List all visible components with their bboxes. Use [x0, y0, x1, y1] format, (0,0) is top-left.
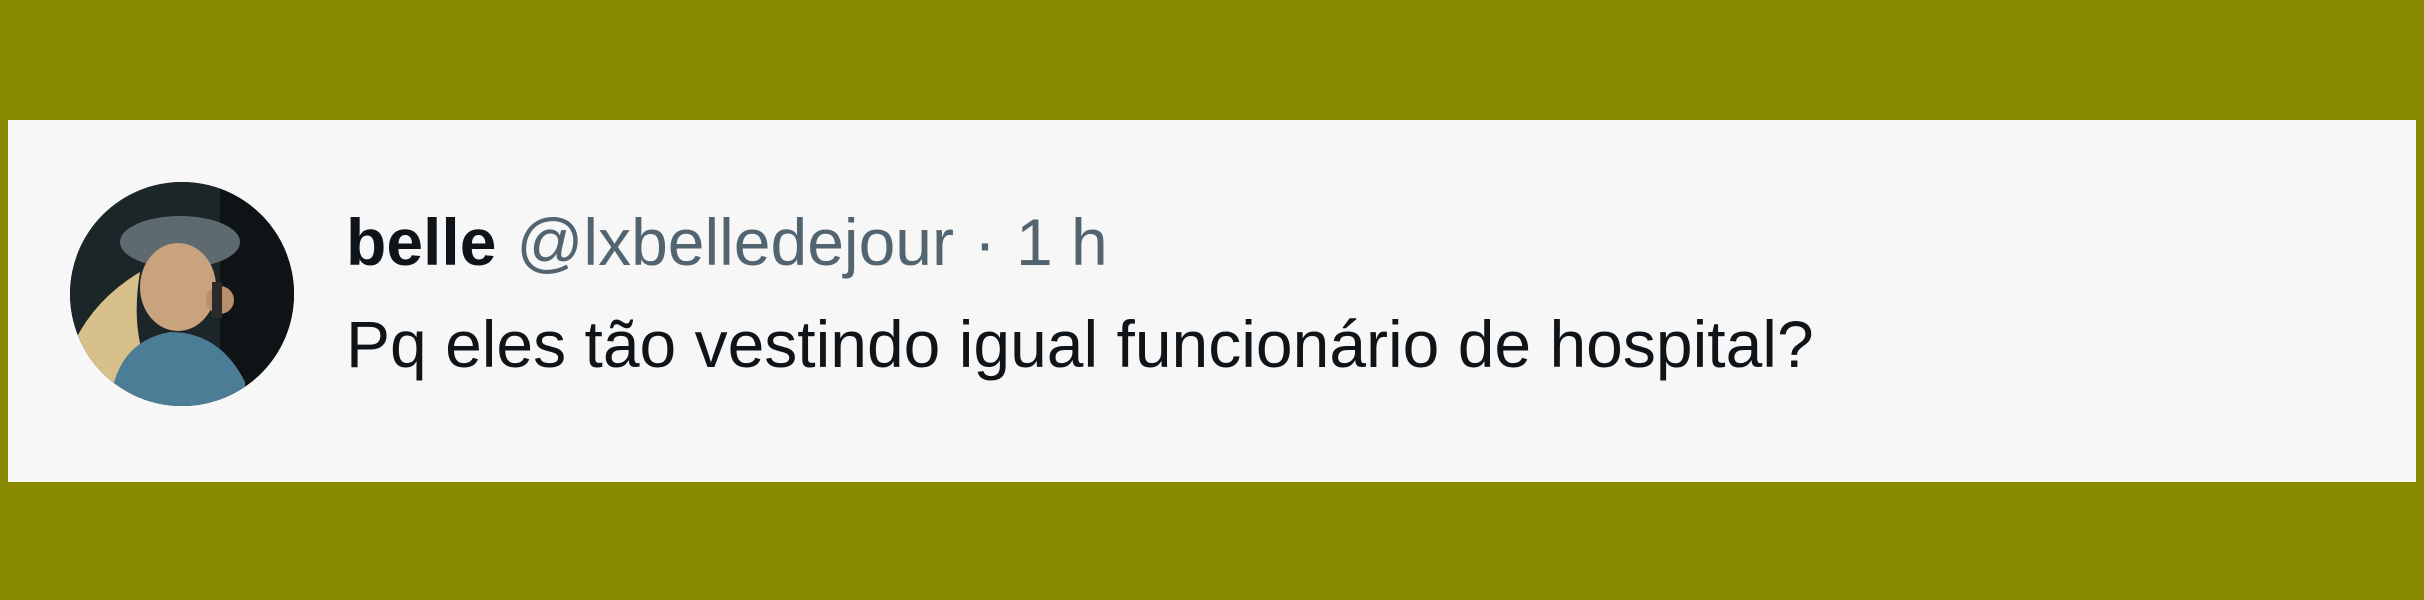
user-handle[interactable]: @lxbelledejour: [516, 202, 954, 282]
timestamp[interactable]: 1 h: [1016, 202, 1108, 282]
tweet-content: belle @lxbelledejour · 1 h Pq eles tão v…: [346, 202, 2356, 384]
display-name[interactable]: belle: [346, 202, 496, 282]
tweet-header: belle @lxbelledejour · 1 h: [346, 202, 2356, 282]
page-frame: belle @lxbelledejour · 1 h Pq eles tão v…: [0, 0, 2424, 600]
separator-dot: ·: [973, 205, 996, 279]
avatar-photo: [70, 182, 294, 406]
tweet-card[interactable]: belle @lxbelledejour · 1 h Pq eles tão v…: [8, 120, 2416, 482]
tweet-text: Pq eles tão vestindo igual funcionário d…: [346, 307, 1814, 381]
avatar[interactable]: [70, 182, 294, 406]
